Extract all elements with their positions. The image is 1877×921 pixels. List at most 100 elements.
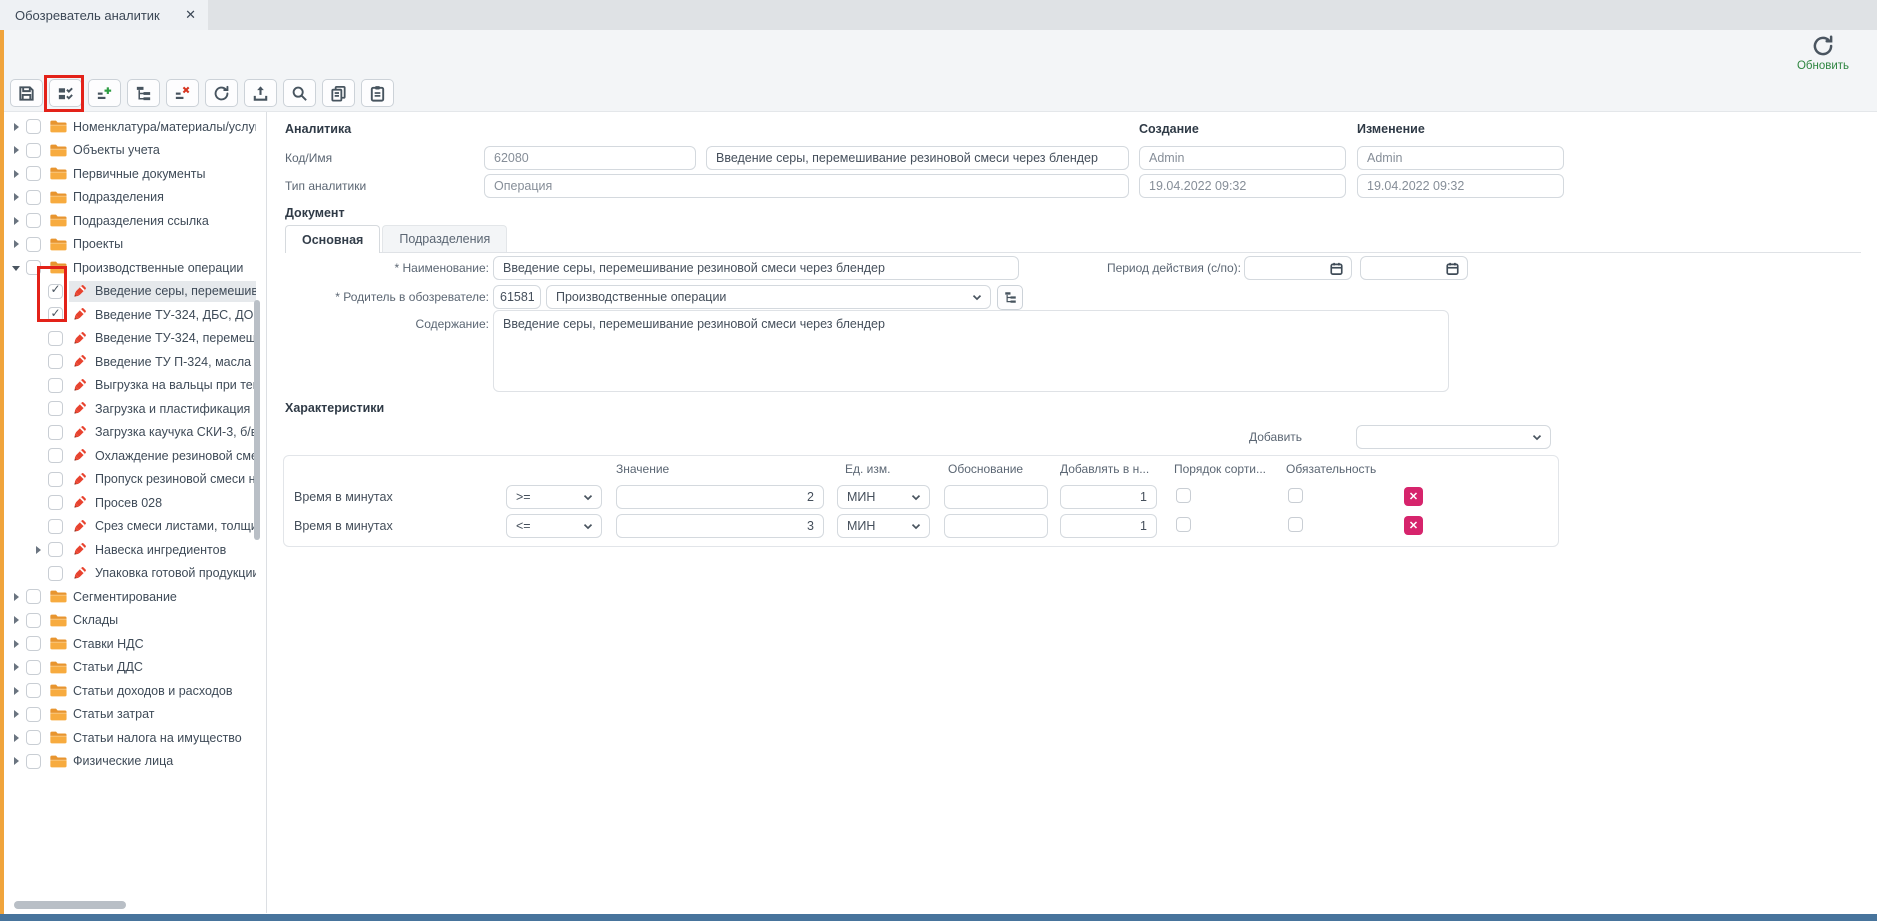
- expander-icon[interactable]: [12, 192, 22, 202]
- expander-icon[interactable]: [12, 709, 22, 719]
- tree-item[interactable]: Производственные операции: [4, 256, 256, 280]
- tree-checkbox[interactable]: [26, 754, 41, 769]
- copy-button[interactable]: [322, 79, 355, 107]
- created-by-input[interactable]: [1139, 146, 1346, 170]
- tree-item[interactable]: Статьи затрат: [4, 703, 256, 727]
- tree-item[interactable]: Статьи налога на имущество: [4, 726, 256, 750]
- tree-checkbox[interactable]: [48, 354, 63, 369]
- refresh-tree-button[interactable]: [205, 79, 238, 107]
- expander-icon[interactable]: [12, 169, 22, 179]
- content-textarea[interactable]: Введение серы, перемешивание резиновой с…: [493, 310, 1449, 392]
- tree-checkbox[interactable]: [48, 519, 63, 534]
- tree-item[interactable]: Просев 028: [4, 491, 256, 515]
- expander-icon[interactable]: [12, 145, 22, 155]
- tree-checkbox[interactable]: [48, 378, 63, 393]
- tree-checkbox[interactable]: [26, 119, 41, 134]
- tree-item[interactable]: Первичные документы: [4, 162, 256, 186]
- parent-tree-picker-button[interactable]: [997, 285, 1023, 310]
- tree-item[interactable]: Введение ТУ П-324, масла ПН-6 и: [4, 350, 256, 374]
- tree-item[interactable]: Загрузка и пластификация каучук: [4, 397, 256, 421]
- expander-icon[interactable]: [12, 615, 22, 625]
- add-item-button[interactable]: [88, 79, 121, 107]
- tree-item[interactable]: Введение ТУ-324, перемешивание: [4, 327, 256, 351]
- tree-item[interactable]: Объекты учета: [4, 139, 256, 163]
- tree-item[interactable]: Проекты: [4, 233, 256, 257]
- expander-icon[interactable]: [12, 216, 22, 226]
- justification-input[interactable]: [944, 485, 1048, 509]
- tab-analytics-explorer[interactable]: Обозреватель аналитик ✕: [0, 0, 208, 30]
- tree-item[interactable]: Введение ТУ-324, ДБС, ДОФ, перем: [4, 303, 256, 327]
- tree-checkbox[interactable]: [48, 307, 63, 322]
- add-number-input[interactable]: [1060, 485, 1157, 509]
- value-input[interactable]: [616, 514, 824, 538]
- modified-by-input[interactable]: [1357, 146, 1564, 170]
- tree-checkbox[interactable]: [48, 542, 63, 557]
- tree-checkbox[interactable]: [26, 660, 41, 675]
- expander-icon[interactable]: [12, 733, 22, 743]
- tree-checkbox[interactable]: [26, 730, 41, 745]
- delete-item-button[interactable]: [166, 79, 199, 107]
- tree-checkbox[interactable]: [48, 425, 63, 440]
- parent-select[interactable]: Производственные операции: [546, 285, 991, 309]
- tree-item[interactable]: Номенклатура/материалы/услуги: [4, 115, 256, 139]
- period-from-input[interactable]: [1244, 256, 1352, 280]
- tab-main[interactable]: Основная: [285, 225, 380, 253]
- period-to-input[interactable]: [1360, 256, 1468, 280]
- created-at-input[interactable]: [1139, 174, 1346, 198]
- tree-item[interactable]: Статьи ДДС: [4, 656, 256, 680]
- tree-item[interactable]: Подразделения: [4, 186, 256, 210]
- add-number-input[interactable]: [1060, 514, 1157, 538]
- tree-item[interactable]: Статьи доходов и расходов: [4, 679, 256, 703]
- tree-item[interactable]: Физические лица: [4, 750, 256, 774]
- code-input[interactable]: [484, 146, 696, 170]
- search-button[interactable]: [283, 79, 316, 107]
- tree-vertical-scrollbar[interactable]: [254, 300, 260, 540]
- tree-item[interactable]: Упаковка готовой продукции: [4, 562, 256, 586]
- tree-structure-button[interactable]: [127, 79, 160, 107]
- operator-select[interactable]: <=: [506, 514, 602, 538]
- delete-row-button[interactable]: ✕: [1404, 516, 1423, 535]
- tree-checkbox[interactable]: [26, 143, 41, 158]
- justification-input[interactable]: [944, 514, 1048, 538]
- refresh-button[interactable]: Обновить: [1785, 33, 1861, 72]
- required-checkbox[interactable]: [1288, 517, 1303, 532]
- expander-icon[interactable]: [12, 639, 22, 649]
- tree-item[interactable]: Навеска ингредиентов: [4, 538, 256, 562]
- tree-checkbox[interactable]: [26, 683, 41, 698]
- value-input[interactable]: [616, 485, 824, 509]
- analytics-name-input[interactable]: [706, 146, 1129, 170]
- tree-checkbox[interactable]: [48, 566, 63, 581]
- tree-checkbox[interactable]: [48, 401, 63, 416]
- check-list-button[interactable]: [49, 79, 82, 107]
- tree-checkbox[interactable]: [48, 284, 63, 299]
- unit-select[interactable]: МИН: [837, 485, 930, 509]
- tree-item[interactable]: Срез смеси листами, толщиной д: [4, 515, 256, 539]
- expander-icon[interactable]: [12, 662, 22, 672]
- tree-checkbox[interactable]: [26, 237, 41, 252]
- tree-item[interactable]: Выгрузка на вальцы при темпера: [4, 374, 256, 398]
- tree-item[interactable]: Ставки НДС: [4, 632, 256, 656]
- expander-icon[interactable]: [12, 122, 22, 132]
- tree-checkbox[interactable]: [48, 472, 63, 487]
- tab-departments[interactable]: Подразделения: [382, 225, 507, 252]
- expander-icon[interactable]: [12, 592, 22, 602]
- tree-checkbox[interactable]: [48, 495, 63, 510]
- analytics-type-input[interactable]: [484, 174, 1129, 198]
- modified-at-input[interactable]: [1357, 174, 1564, 198]
- tree-horizontal-scrollbar[interactable]: [14, 901, 126, 909]
- expander-icon[interactable]: [12, 686, 22, 696]
- expander-icon[interactable]: [12, 239, 22, 249]
- expander-icon[interactable]: [12, 756, 22, 766]
- tree-checkbox[interactable]: [26, 260, 41, 275]
- tree-item[interactable]: Склады: [4, 609, 256, 633]
- tree-checkbox[interactable]: [26, 613, 41, 628]
- expander-icon[interactable]: [12, 263, 22, 273]
- tree-checkbox[interactable]: [26, 166, 41, 181]
- tree-item[interactable]: Загрузка каучука СКИ-3, б/ведро: [4, 421, 256, 445]
- tree-checkbox[interactable]: [26, 589, 41, 604]
- add-characteristic-select[interactable]: [1356, 425, 1551, 449]
- operator-select[interactable]: >=: [506, 485, 602, 509]
- tree-item[interactable]: Введение серы, перемешивание резиновой с…: [4, 280, 256, 304]
- expander-icon[interactable]: [34, 545, 44, 555]
- sort-order-checkbox[interactable]: [1176, 517, 1191, 532]
